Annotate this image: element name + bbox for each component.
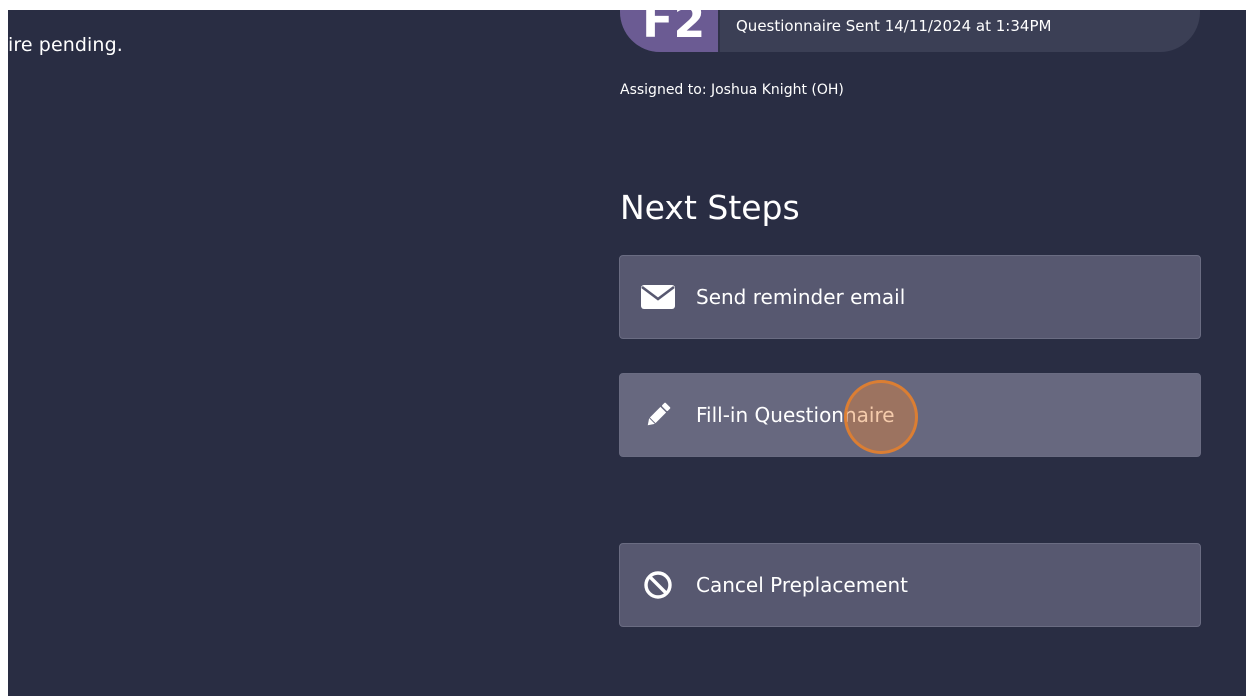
next-steps-heading: Next Steps [620, 188, 800, 227]
send-reminder-email-label: Send reminder email [696, 285, 906, 309]
send-reminder-email-button[interactable]: Send reminder email [619, 255, 1201, 339]
cancel-preplacement-label: Cancel Preplacement [696, 573, 909, 597]
cancel-preplacement-button[interactable]: Cancel Preplacement [619, 543, 1201, 627]
pending-status-text: ire pending. [8, 34, 123, 56]
fill-in-questionnaire-label: Fill-in Questionnaire [696, 403, 895, 427]
status-card: F2 Questionnaire Sent 14/11/2024 at 1:34… [620, 10, 1200, 52]
questionnaire-sent-text: Questionnaire Sent 14/11/2024 at 1:34PM [736, 17, 1052, 35]
envelope-icon [640, 279, 676, 315]
ban-icon [640, 567, 676, 603]
status-badge: F2 [620, 10, 720, 52]
assigned-to-text: Assigned to: Joshua Knight (OH) [620, 82, 844, 98]
fill-in-questionnaire-button[interactable]: Fill-in Questionnaire [619, 373, 1201, 457]
pencil-icon [640, 397, 676, 433]
status-badge-text: F2 [642, 10, 706, 48]
app-frame: ire pending. F2 Questionnaire Sent 14/11… [8, 10, 1246, 696]
